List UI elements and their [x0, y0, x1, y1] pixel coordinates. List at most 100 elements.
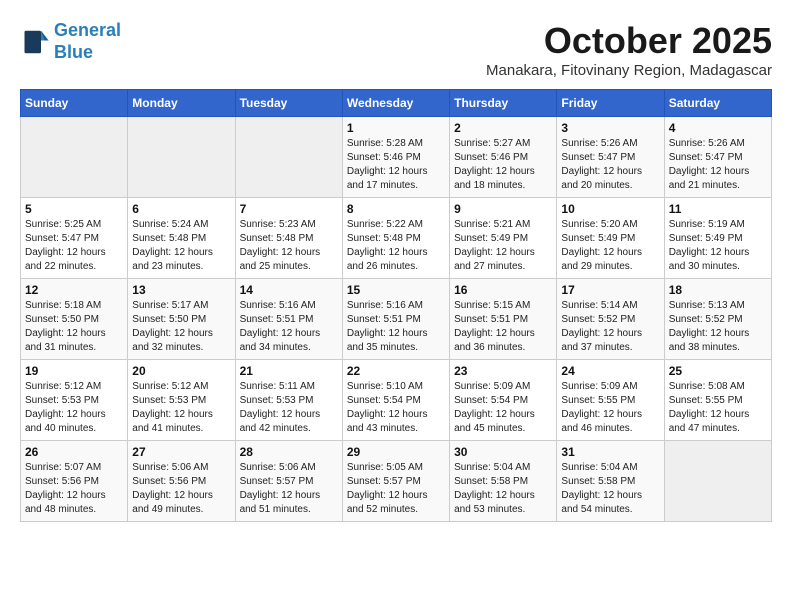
day-info: Sunrise: 5:08 AM Sunset: 5:55 PM Dayligh… — [669, 380, 767, 436]
logo-line1: General — [54, 20, 121, 40]
week-row-2: 5Sunrise: 5:25 AM Sunset: 5:47 PM Daylig… — [21, 198, 772, 279]
day-info: Sunrise: 5:06 AM Sunset: 5:57 PM Dayligh… — [240, 461, 338, 517]
calendar-cell: 3Sunrise: 5:26 AM Sunset: 5:47 PM Daylig… — [557, 117, 664, 198]
day-number: 26 — [25, 445, 123, 459]
calendar-cell: 9 Sunrise: 5:21 AM Sunset: 5:49 PM Daylig… — [450, 198, 557, 279]
month-title: October 2025 — [486, 20, 772, 62]
day-number: 30 — [454, 445, 552, 459]
calendar-cell: 18 Sunrise: 5:13 AM Sunset: 5:52 PM Dayli… — [664, 279, 771, 360]
calendar-cell: 28 Sunrise: 5:06 AM Sunset: 5:57 PM Dayli… — [235, 441, 342, 522]
calendar-cell: 17 Sunrise: 5:14 AM Sunset: 5:52 PM Dayli… — [557, 279, 664, 360]
week-row-5: 26 Sunrise: 5:07 AM Sunset: 5:56 PM Dayli… — [21, 441, 772, 522]
day-number: 7 — [240, 202, 338, 216]
title-block: October 2025 Manakara, Fitovinany Region… — [486, 20, 772, 79]
day-number: 9 — [454, 202, 552, 216]
day-info: Sunrise: 5:18 AM Sunset: 5:50 PM Dayligh… — [25, 299, 123, 355]
calendar-cell: 4 Sunrise: 5:26 AM Sunset: 5:47 PM Daylig… — [664, 117, 771, 198]
day-number: 4 — [669, 121, 767, 135]
day-number: 29 — [347, 445, 445, 459]
calendar-cell: 16Sunrise: 5:15 AM Sunset: 5:51 PM Dayli… — [450, 279, 557, 360]
day-number: 10 — [561, 202, 659, 216]
day-info: Sunrise: 5:12 AM Sunset: 5:53 PM Dayligh… — [132, 380, 230, 436]
calendar-cell: 11 Sunrise: 5:19 AM Sunset: 5:49 PM Dayli… — [664, 198, 771, 279]
calendar-cell — [21, 117, 128, 198]
calendar-cell: 26 Sunrise: 5:07 AM Sunset: 5:56 PM Dayli… — [21, 441, 128, 522]
day-info: Sunrise: 5:04 AM Sunset: 5:58 PM Dayligh… — [454, 461, 552, 517]
calendar-cell: 25 Sunrise: 5:08 AM Sunset: 5:55 PM Dayli… — [664, 360, 771, 441]
day-number: 16 — [454, 283, 552, 297]
day-number: 27 — [132, 445, 230, 459]
day-info: Sunrise: 5:09 AM Sunset: 5:54 PM Dayligh… — [454, 380, 552, 436]
day-number: 17 — [561, 283, 659, 297]
day-number: 11 — [669, 202, 767, 216]
day-info: Sunrise: 5:23 AM Sunset: 5:48 PM Dayligh… — [240, 218, 338, 274]
calendar-cell: 8 Sunrise: 5:22 AM Sunset: 5:48 PM Daylig… — [342, 198, 449, 279]
day-info: Sunrise: 5:24 AM Sunset: 5:48 PM Dayligh… — [132, 218, 230, 274]
calendar-table: SundayMondayTuesdayWednesdayThursdayFrid… — [20, 89, 772, 522]
day-number: 13 — [132, 283, 230, 297]
day-info: Sunrise: 5:13 AM Sunset: 5:52 PM Dayligh… — [669, 299, 767, 355]
calendar-cell: 15Sunrise: 5:16 AM Sunset: 5:51 PM Dayli… — [342, 279, 449, 360]
day-number: 21 — [240, 364, 338, 378]
calendar-cell: 19Sunrise: 5:12 AM Sunset: 5:53 PM Dayli… — [21, 360, 128, 441]
calendar-cell — [128, 117, 235, 198]
week-row-1: 1 Sunrise: 5:28 AM Sunset: 5:46 PM Daylig… — [21, 117, 772, 198]
day-info: Sunrise: 5:14 AM Sunset: 5:52 PM Dayligh… — [561, 299, 659, 355]
day-number: 24 — [561, 364, 659, 378]
logo-text: General Blue — [54, 20, 121, 63]
calendar-cell — [664, 441, 771, 522]
header-row: SundayMondayTuesdayWednesdayThursdayFrid… — [21, 90, 772, 117]
day-info: Sunrise: 5:09 AM Sunset: 5:55 PM Dayligh… — [561, 380, 659, 436]
day-number: 12 — [25, 283, 123, 297]
day-number: 22 — [347, 364, 445, 378]
calendar-cell: 14Sunrise: 5:16 AM Sunset: 5:51 PM Dayli… — [235, 279, 342, 360]
day-number: 3 — [561, 121, 659, 135]
column-header-sunday: Sunday — [21, 90, 128, 117]
column-header-wednesday: Wednesday — [342, 90, 449, 117]
column-header-thursday: Thursday — [450, 90, 557, 117]
day-info: Sunrise: 5:04 AM Sunset: 5:58 PM Dayligh… — [561, 461, 659, 517]
day-number: 15 — [347, 283, 445, 297]
calendar-cell — [235, 117, 342, 198]
week-row-4: 19 Sunrise: 5:12 AM Sunset: 5:53 PM Dayli… — [21, 360, 772, 441]
day-info: Sunrise: 5:07 AM Sunset: 5:56 PM Dayligh… — [25, 461, 123, 517]
calendar-cell: 23 Sunrise: 5:09 AM Sunset: 5:54 PM Dayli… — [450, 360, 557, 441]
day-number: 8 — [347, 202, 445, 216]
day-number: 1 — [347, 121, 445, 135]
day-info: Sunrise: 5:28 AM Sunset: 5:46 PM Dayligh… — [347, 137, 445, 193]
calendar-cell: 27 Sunrise: 5:06 AM Sunset: 5:56 PM Dayli… — [128, 441, 235, 522]
day-number: 18 — [669, 283, 767, 297]
calendar-cell: 24 Sunrise: 5:09 AM Sunset: 5:55 PM Dayli… — [557, 360, 664, 441]
column-header-saturday: Saturday — [664, 90, 771, 117]
calendar-cell: 6 Sunrise: 5:24 AM Sunset: 5:48 PM Daylig… — [128, 198, 235, 279]
day-number: 20 — [132, 364, 230, 378]
calendar-cell: 31 Sunrise: 5:04 AM Sunset: 5:58 PM Dayli… — [557, 441, 664, 522]
day-info: Sunrise: 5:26 AM Sunset: 5:47 PM Dayligh… — [669, 137, 767, 193]
day-number: 23 — [454, 364, 552, 378]
logo-icon — [20, 27, 50, 57]
logo: General Blue — [20, 20, 121, 63]
day-info: Sunrise: 5:21 AM Sunset: 5:49 PM Dayligh… — [454, 218, 552, 274]
calendar-cell: 1 Sunrise: 5:28 AM Sunset: 5:46 PM Daylig… — [342, 117, 449, 198]
column-header-tuesday: Tuesday — [235, 90, 342, 117]
day-number: 25 — [669, 364, 767, 378]
day-number: 19 — [25, 364, 123, 378]
column-header-monday: Monday — [128, 90, 235, 117]
day-info: Sunrise: 5:16 AM Sunset: 5:51 PM Dayligh… — [240, 299, 338, 355]
day-info: Sunrise: 5:19 AM Sunset: 5:49 PM Dayligh… — [669, 218, 767, 274]
day-info: Sunrise: 5:06 AM Sunset: 5:56 PM Dayligh… — [132, 461, 230, 517]
day-info: Sunrise: 5:25 AM Sunset: 5:47 PM Dayligh… — [25, 218, 123, 274]
day-info: Sunrise: 5:05 AM Sunset: 5:57 PM Dayligh… — [347, 461, 445, 517]
logo-line2: Blue — [54, 42, 93, 62]
day-number: 31 — [561, 445, 659, 459]
day-info: Sunrise: 5:20 AM Sunset: 5:49 PM Dayligh… — [561, 218, 659, 274]
page-header: General Blue October 2025 Manakara, Fito… — [20, 20, 772, 79]
location: Manakara, Fitovinany Region, Madagascar — [486, 62, 772, 79]
day-info: Sunrise: 5:17 AM Sunset: 5:50 PM Dayligh… — [132, 299, 230, 355]
calendar-cell: 29 Sunrise: 5:05 AM Sunset: 5:57 PM Dayli… — [342, 441, 449, 522]
calendar-cell: 20 Sunrise: 5:12 AM Sunset: 5:53 PM Dayli… — [128, 360, 235, 441]
day-number: 6 — [132, 202, 230, 216]
day-number: 2 — [454, 121, 552, 135]
day-info: Sunrise: 5:22 AM Sunset: 5:48 PM Dayligh… — [347, 218, 445, 274]
day-number: 28 — [240, 445, 338, 459]
